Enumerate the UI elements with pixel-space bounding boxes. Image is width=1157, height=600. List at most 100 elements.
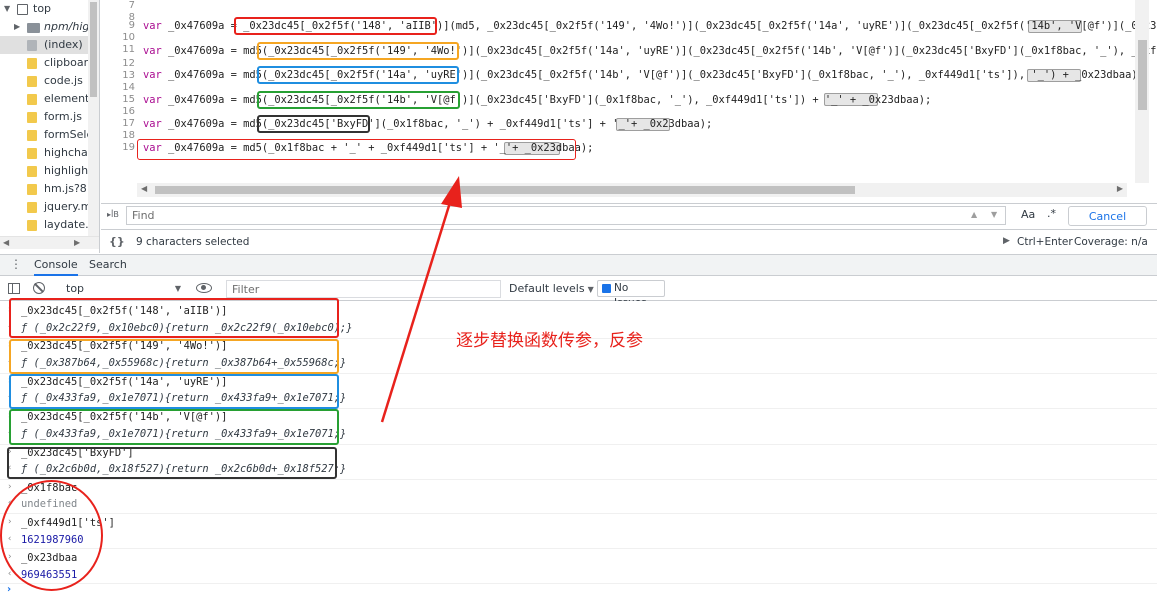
tab-search[interactable]: Search <box>89 258 127 276</box>
log-levels-label: Default levels <box>509 282 585 295</box>
scroll-right-icon[interactable]: ▶ <box>74 238 80 247</box>
result-arrow-icon: ‹ <box>7 392 13 402</box>
tree-item-label: form.js <box>44 110 82 123</box>
tab-console[interactable]: Console <box>34 258 78 276</box>
console-output: ƒ (_0x387b64,_0x55968c){return _0x387b64… <box>21 357 347 369</box>
input-prompt-icon: › <box>7 376 13 386</box>
clear-console-icon[interactable] <box>33 282 45 294</box>
live-expression-eye-icon[interactable] <box>196 283 212 293</box>
keyword: var <box>143 69 162 81</box>
input-prompt-icon: › <box>7 447 13 457</box>
result-arrow-icon: ‹ <box>7 498 13 508</box>
line-number: 9 <box>128 20 135 31</box>
regex-button[interactable]: .* <box>1047 207 1056 220</box>
tree-item-label: jquery.m <box>44 200 92 213</box>
js-file-icon <box>27 76 37 87</box>
file-navigator: ▼ top ▶ npm/hig (index) clipboar code.js… <box>0 0 100 253</box>
input-prompt-icon: › <box>7 305 13 315</box>
filter-input[interactable] <box>226 280 501 298</box>
scrollbar-thumb[interactable] <box>155 186 855 194</box>
variable-name: _0x47609a <box>161 45 225 57</box>
console-input: _0x23dc45['BxyFD'] <box>21 447 134 459</box>
divider <box>0 583 1157 584</box>
keyword: var <box>143 118 162 130</box>
js-file-icon <box>27 166 37 177</box>
tree-item-label: code.js <box>44 74 83 87</box>
cancel-button[interactable]: Cancel <box>1068 206 1147 226</box>
find-input[interactable] <box>126 206 1006 225</box>
code-line-19[interactable]: var _0x47609a = md5(_0x1f8bac + '_' + _0… <box>143 142 593 154</box>
js-file-icon <box>27 94 37 105</box>
context-value: top <box>66 282 85 295</box>
line-number: 12 <box>122 58 135 69</box>
issues-icon <box>602 284 611 293</box>
divider <box>0 408 1157 409</box>
input-prompt-icon: › <box>7 552 13 562</box>
editor-status-bar: {} 9 characters selected ▶ Ctrl+Enter Co… <box>101 229 1157 253</box>
line-number: 19 <box>122 142 135 153</box>
issues-button[interactable]: No Issues <box>597 280 665 309</box>
frame-icon <box>17 4 28 15</box>
js-file-icon <box>27 220 37 231</box>
variable-name: _0x47609a <box>161 69 225 81</box>
console-output: ƒ (_0x2c6b0d,_0x18f527){return _0x2c6b0d… <box>21 463 347 475</box>
code-line-11[interactable]: var _0x47609a = md5(_0x23dc45[_0x2f5f('1… <box>143 45 1157 57</box>
input-prompt-icon: › <box>7 517 13 527</box>
variable-name: _0x47609a <box>161 142 225 154</box>
scrollbar-thumb[interactable] <box>90 2 97 97</box>
divider <box>0 479 1157 480</box>
sources-panel: ▼ top ▶ npm/hig (index) clipboar code.js… <box>0 0 1157 253</box>
scroll-right-icon[interactable]: ▶ <box>1117 184 1123 193</box>
context-selector[interactable]: top ▼ <box>60 280 185 298</box>
js-file-icon <box>27 58 37 69</box>
console-prompt-icon[interactable]: › <box>7 584 11 595</box>
line-number-gutter: 7 8 9 10 11 12 13 14 15 16 17 18 19 <box>101 0 138 183</box>
tree-item-label: element <box>44 92 90 105</box>
scroll-left-icon[interactable]: ◀ <box>141 184 147 193</box>
find-previous-icon[interactable]: ▲ <box>971 210 977 219</box>
kebab-menu-icon[interactable]: ⋮ <box>10 258 22 270</box>
find-next-icon[interactable]: ▼ <box>991 210 997 219</box>
editor-vertical-scrollbar[interactable] <box>1135 0 1149 183</box>
tree-vertical-scrollbar[interactable] <box>88 0 99 236</box>
code-line-17[interactable]: var _0x47609a = md5(_0x23dc45['BxyFD'](_… <box>143 118 712 130</box>
editor-horizontal-scrollbar[interactable]: ◀ ▶ <box>137 183 1127 197</box>
tree-horizontal-scrollbar[interactable]: ◀ ▶ <box>0 236 99 249</box>
match-case-button[interactable]: Aa <box>1021 208 1035 221</box>
line-number: 13 <box>122 70 135 81</box>
tree-item-label: clipboar <box>44 56 89 69</box>
divider <box>0 373 1157 374</box>
line-number: 10 <box>122 32 135 43</box>
dropdown-caret-icon: ▼ <box>174 284 181 293</box>
coverage-status: Coverage: n/a <box>1074 236 1148 248</box>
code-line-9[interactable]: var _0x47609a = _0x23dc45[_0x2f5f('148',… <box>143 20 1157 32</box>
log-levels-dropdown[interactable]: Default levels ▼ <box>509 282 594 295</box>
tree-item-label: highcha <box>44 146 88 159</box>
code-line-15[interactable]: var _0x47609a = md5(_0x23dc45[_0x2f5f('1… <box>143 94 931 106</box>
find-bar: ▸ꟾB ▲ ▼ Aa .* Cancel <box>101 203 1157 227</box>
scroll-left-icon[interactable]: ◀ <box>3 238 9 247</box>
code-editor[interactable]: 7 8 9 10 11 12 13 14 15 16 17 18 19 var … <box>101 0 1157 200</box>
code-text: = md5(_0x1f8bac + '_' + _0xf449d1['ts'] … <box>224 142 594 154</box>
js-file-icon <box>27 202 37 213</box>
tree-item-label: formSele <box>44 128 94 141</box>
console-toolbar: top ▼ Default levels▼ No Issues <box>0 277 1157 309</box>
console-input: _0x23dc45[_0x2f5f('14b', 'V[@f')] <box>21 411 228 423</box>
console-output: ƒ (_0x2c22f9,_0x10ebc0){return _0x2c22f9… <box>21 322 353 334</box>
tree-item-index[interactable]: (index) <box>0 36 88 54</box>
result-arrow-icon: ‹ <box>7 428 13 438</box>
console-output: undefined <box>21 498 78 510</box>
tree-item-label: npm/hig <box>44 20 90 33</box>
keyword: var <box>143 45 162 57</box>
collapse-arrow-icon[interactable]: ▶ <box>14 18 20 36</box>
line-number: 7 <box>128 0 135 11</box>
pretty-print-icon[interactable]: {} <box>109 235 125 248</box>
code-line-13[interactable]: var _0x47609a = md5(_0x23dc45[_0x2f5f('1… <box>143 69 1144 81</box>
expand-arrow-icon[interactable]: ▼ <box>4 0 10 18</box>
run-icon[interactable]: ▶ <box>1003 236 1010 246</box>
js-file-icon <box>27 112 37 123</box>
scrollbar-thumb[interactable] <box>1138 40 1147 110</box>
find-replace-icon[interactable]: ▸ꟾB <box>107 210 121 222</box>
tree-item-label: hm.js?8 <box>44 182 87 195</box>
show-sidebar-icon[interactable] <box>8 283 20 294</box>
